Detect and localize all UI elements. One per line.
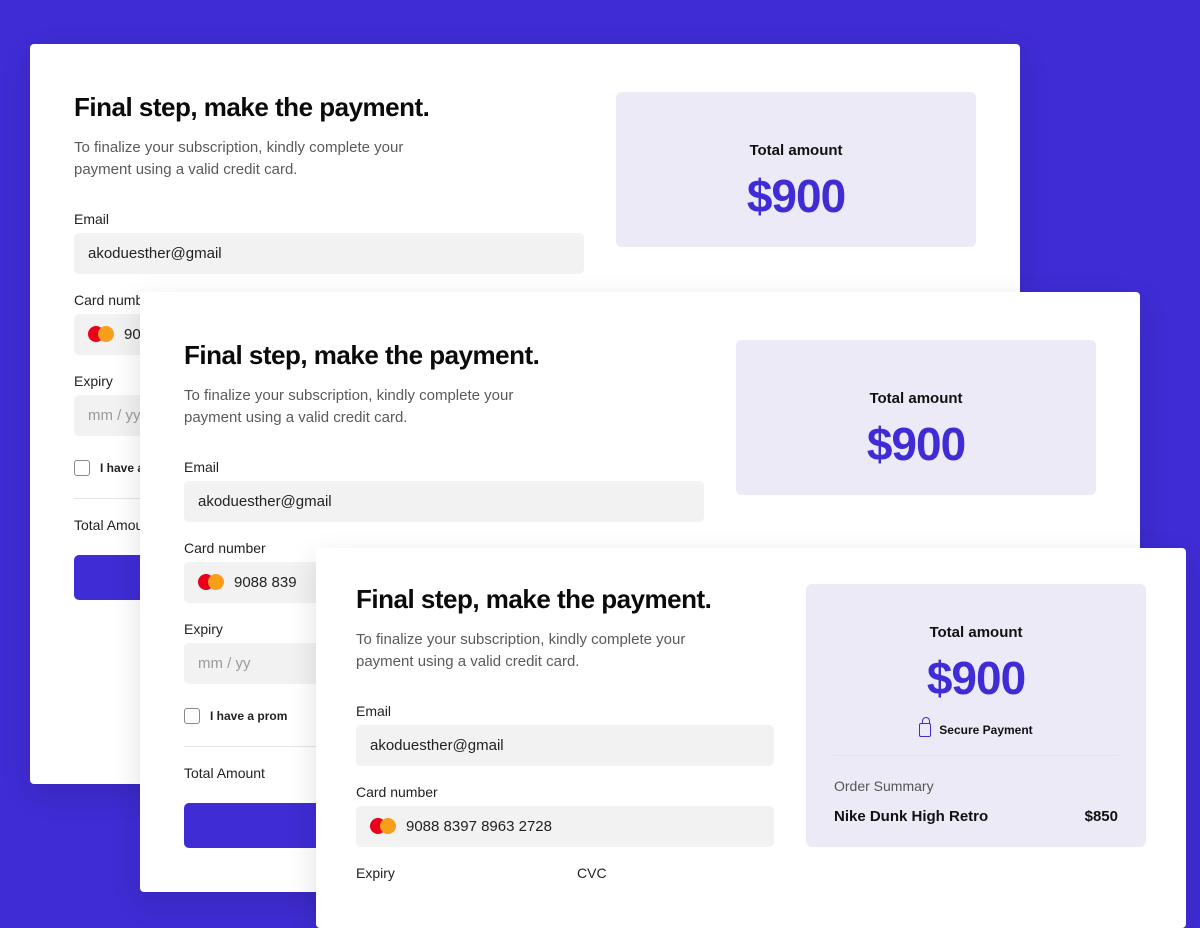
payment-form: Final step, make the payment. To finaliz… xyxy=(356,584,774,892)
amount-label: Total amount xyxy=(834,624,1118,641)
order-item-price: $850 xyxy=(1085,808,1118,825)
amount-value: $900 xyxy=(764,417,1068,471)
pay-button[interactable] xyxy=(184,803,324,848)
secure-payment-row: Secure Payment xyxy=(834,723,1118,737)
email-field[interactable]: akoduesther@gmail xyxy=(184,481,704,522)
amount-label: Total amount xyxy=(644,142,948,159)
page-subtitle: To finalize your subscription, kindly co… xyxy=(74,137,454,181)
promo-label: I have a prom xyxy=(210,709,287,723)
mastercard-icon xyxy=(370,818,396,834)
card-number-field[interactable]: 9088 8397 8963 2728 xyxy=(356,806,774,847)
order-summary-panel: Total amount $900 Secure Payment Order S… xyxy=(806,584,1146,892)
order-summary-label: Order Summary xyxy=(834,778,1118,794)
page-title: Final step, make the payment. xyxy=(74,92,584,123)
order-summary-item: Nike Dunk High Retro $850 xyxy=(834,808,1118,825)
secure-label: Secure Payment xyxy=(939,723,1032,737)
card-number-value: 9088 839 xyxy=(234,574,297,591)
page-title: Final step, make the payment. xyxy=(184,340,704,371)
amount-card: Total amount $900 Secure Payment Order S… xyxy=(806,584,1146,847)
total-amount-label: Total Amount xyxy=(184,765,265,781)
mastercard-icon xyxy=(198,574,224,590)
email-label: Email xyxy=(74,211,584,227)
email-value: akoduesther@gmail xyxy=(370,737,504,754)
promo-checkbox[interactable] xyxy=(184,708,200,724)
promo-checkbox[interactable] xyxy=(74,460,90,476)
email-value: akoduesther@gmail xyxy=(198,493,332,510)
email-label: Email xyxy=(184,459,704,475)
card-label: Card number xyxy=(356,784,774,800)
amount-card: Total amount $900 xyxy=(736,340,1096,495)
email-field[interactable]: akoduesther@gmail xyxy=(74,233,584,274)
payment-frame-front: Final step, make the payment. To finaliz… xyxy=(316,548,1186,928)
mastercard-icon xyxy=(88,326,114,342)
page-subtitle: To finalize your subscription, kindly co… xyxy=(184,385,564,429)
total-amount-label: Total Amou xyxy=(74,517,143,533)
amount-value: $900 xyxy=(644,169,948,223)
email-field[interactable]: akoduesther@gmail xyxy=(356,725,774,766)
expiry-placeholder: mm / yy xyxy=(198,655,251,672)
card-number-value: 9088 8397 8963 2728 xyxy=(406,818,552,835)
page-subtitle: To finalize your subscription, kindly co… xyxy=(356,629,736,673)
email-value: akoduesther@gmail xyxy=(88,245,222,262)
amount-card: Total amount $900 xyxy=(616,92,976,247)
cvc-label: CVC xyxy=(577,865,774,881)
amount-label: Total amount xyxy=(764,390,1068,407)
expiry-placeholder: mm / yy xyxy=(88,407,141,424)
order-item-name: Nike Dunk High Retro xyxy=(834,808,988,825)
expiry-label: Expiry xyxy=(356,865,553,881)
email-label: Email xyxy=(356,703,774,719)
divider xyxy=(834,755,1118,756)
amount-value: $900 xyxy=(834,651,1118,705)
lock-icon xyxy=(919,723,931,737)
page-title: Final step, make the payment. xyxy=(356,584,774,615)
